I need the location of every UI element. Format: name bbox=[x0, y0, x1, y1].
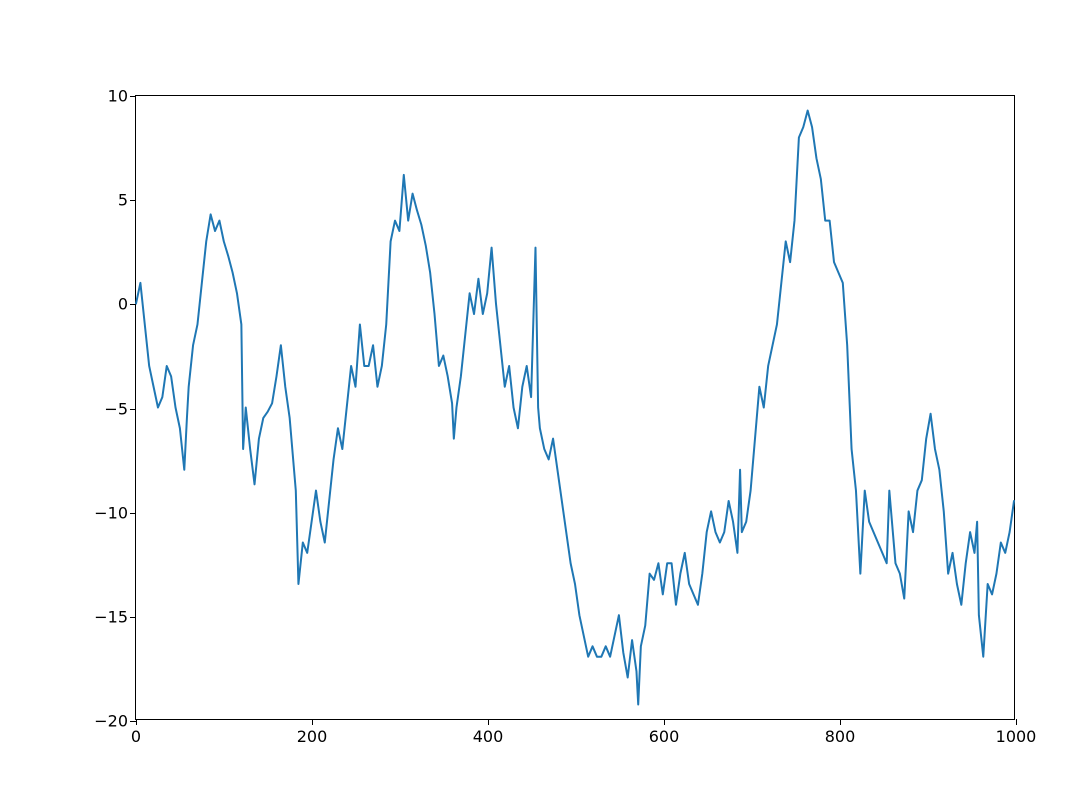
y-tick-label: 5 bbox=[118, 191, 128, 210]
series1-line bbox=[136, 111, 1014, 705]
y-tick-mark bbox=[130, 721, 136, 722]
plot-area bbox=[136, 96, 1014, 719]
x-tick-mark bbox=[488, 719, 489, 725]
y-tick-label: −10 bbox=[94, 503, 128, 522]
y-tick-label: −20 bbox=[94, 712, 128, 731]
y-tick-mark bbox=[130, 617, 136, 618]
y-tick-label: −15 bbox=[94, 607, 128, 626]
x-tick-mark bbox=[840, 719, 841, 725]
x-tick-mark bbox=[664, 719, 665, 725]
x-tick-mark bbox=[312, 719, 313, 725]
x-tick-mark bbox=[136, 719, 137, 725]
y-tick-label: −5 bbox=[104, 399, 128, 418]
y-tick-mark bbox=[130, 96, 136, 97]
x-tick-label: 400 bbox=[473, 727, 504, 746]
x-tick-label: 800 bbox=[825, 727, 856, 746]
x-tick-label: 600 bbox=[649, 727, 680, 746]
x-tick-mark bbox=[1016, 719, 1017, 725]
y-tick-mark bbox=[130, 304, 136, 305]
y-tick-mark bbox=[130, 200, 136, 201]
chart-figure: 0 200 400 600 800 1000 −20 −15 −10 −5 0 5 10 bbox=[0, 0, 1080, 810]
y-tick-mark bbox=[130, 409, 136, 410]
x-tick-label: 0 bbox=[131, 727, 141, 746]
x-tick-label: 200 bbox=[297, 727, 328, 746]
y-tick-mark bbox=[130, 513, 136, 514]
y-tick-label: 0 bbox=[118, 295, 128, 314]
x-tick-label: 1000 bbox=[996, 727, 1037, 746]
axes-box: 02004006008001000−20−15−10−50510 bbox=[135, 95, 1015, 720]
y-tick-label: 10 bbox=[108, 87, 128, 106]
